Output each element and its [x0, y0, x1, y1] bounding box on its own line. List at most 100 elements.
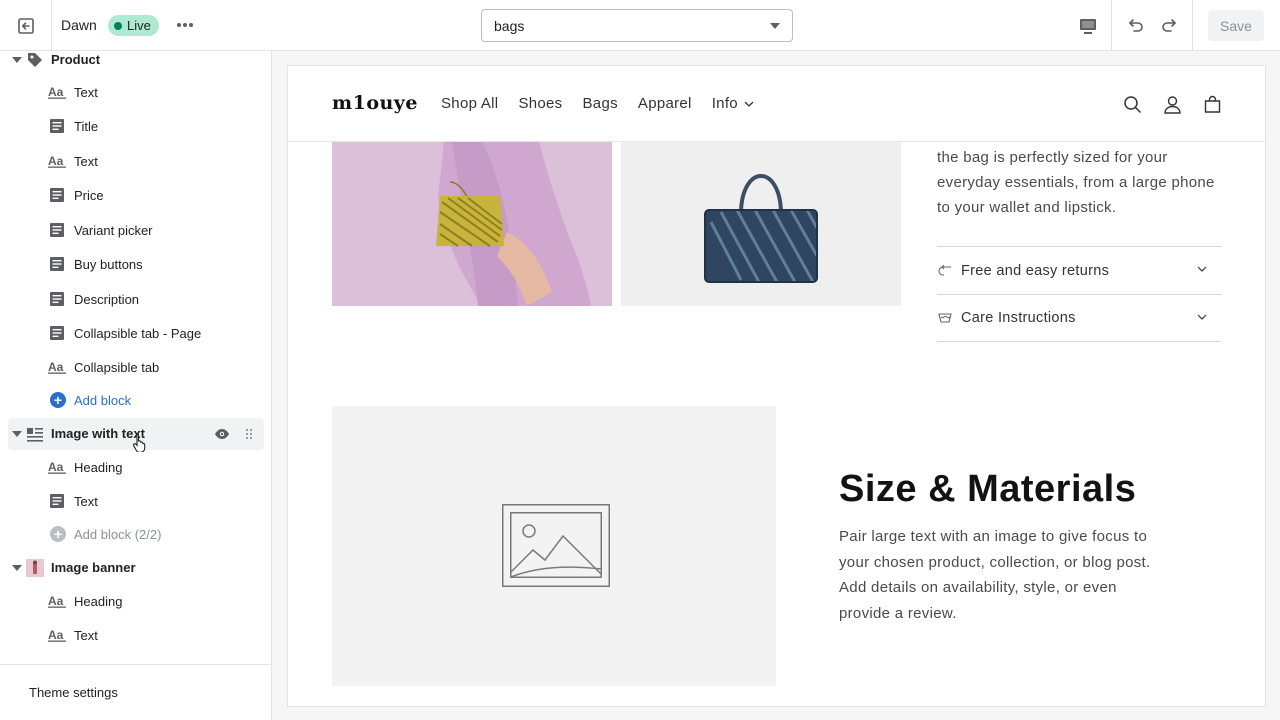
block-text[interactable]: Aa Text [48, 147, 98, 175]
block-heading[interactable]: Aa Heading [48, 453, 122, 481]
section-label: Image banner [51, 560, 136, 575]
accordion-free-returns[interactable]: Free and easy returns [937, 246, 1221, 294]
image-with-text-heading: Size & Materials [839, 468, 1137, 510]
chevron-down-icon [1197, 266, 1207, 272]
theme-settings-button[interactable]: Theme settings [0, 664, 271, 720]
block-label: Heading [74, 459, 123, 475]
exit-button[interactable] [0, 0, 52, 51]
add-block-button[interactable]: + Add block [50, 386, 131, 414]
svg-text:Aa: Aa [48, 85, 64, 99]
nav-info-label: Info [711, 95, 738, 112]
image-placeholder[interactable] [332, 406, 776, 686]
block-label: Text [74, 153, 98, 169]
add-block-button-disabled: + Add block (2/2) [50, 520, 161, 548]
block-text[interactable]: Aa Text [48, 78, 98, 106]
product-photo-bag[interactable] [621, 142, 901, 306]
live-dot-icon [114, 21, 122, 30]
mouse-cursor-icon [133, 432, 146, 452]
text-block-icon: Aa [48, 83, 66, 101]
block-text[interactable]: Text [48, 487, 98, 515]
save-button[interactable]: Save [1208, 10, 1264, 41]
blue-bag-illustration [621, 142, 901, 306]
store-preview-pane[interactable]: m1ouye Shop All Shoes Bags Apparel Info [272, 51, 1280, 720]
block-collapsible-tab-page[interactable]: Collapsible tab - Page [48, 319, 201, 347]
accordion-care-instructions[interactable]: Care Instructions [937, 294, 1221, 342]
section-tree[interactable]: Product Aa Text Title Aa Text Price Vari… [0, 51, 271, 664]
nav-apparel[interactable]: Apparel [638, 95, 692, 112]
ellipsis-icon [177, 23, 193, 27]
topbar-divider [1192, 0, 1193, 51]
text-block-icon: Aa [48, 592, 66, 610]
list-block-icon [48, 324, 66, 342]
block-description[interactable]: Description [48, 285, 139, 313]
svg-text:Aa: Aa [48, 360, 64, 374]
list-block-icon [48, 186, 66, 204]
drag-handle[interactable] [241, 426, 257, 442]
topbar-divider [1111, 0, 1112, 51]
section-image-with-text[interactable]: Image with text [8, 418, 264, 452]
sections-sidebar: Product Aa Text Title Aa Text Price Vari… [0, 51, 272, 720]
template-select[interactable]: bags [481, 9, 793, 42]
block-text[interactable]: Aa Text [48, 621, 98, 649]
add-block-label: Add block [74, 392, 132, 408]
redo-button[interactable] [1157, 13, 1181, 37]
image-with-text-body: Pair large text with an image to give fo… [839, 528, 1151, 622]
block-title[interactable]: Title [48, 112, 98, 140]
model-with-bag-illustration [332, 142, 612, 306]
text-block-icon: Aa [48, 152, 66, 170]
chevron-down-icon [744, 101, 754, 107]
cart-button[interactable] [1201, 93, 1223, 115]
return-arrow-icon [937, 264, 953, 278]
storefront-frame[interactable]: m1ouye Shop All Shoes Bags Apparel Info [287, 65, 1266, 707]
block-variant-picker[interactable]: Variant picker [48, 216, 153, 244]
svg-text:Aa: Aa [48, 594, 64, 608]
block-buy-buttons[interactable]: Buy buttons [48, 250, 143, 278]
editor-topbar: Dawn Live bags Save [0, 0, 1280, 51]
store-logo[interactable]: m1ouye [332, 92, 418, 114]
theme-name: Dawn [61, 17, 97, 33]
device-preview-button[interactable] [1074, 12, 1102, 40]
image-banner-thumbnail-icon [26, 559, 44, 577]
drag-handle-icon [245, 428, 253, 440]
block-collapsible-tab[interactable]: Aa Collapsible tab [48, 353, 159, 381]
add-block-label: Add block (2/2) [74, 526, 162, 542]
nav-shop-all[interactable]: Shop All [441, 95, 498, 112]
nav-bags[interactable]: Bags [583, 95, 618, 112]
store-nav: Shop All Shoes Bags Apparel Info [441, 95, 754, 112]
undo-button[interactable] [1124, 13, 1148, 37]
collapse-caret-icon[interactable] [12, 565, 22, 571]
eye-icon [215, 429, 229, 439]
section-image-banner[interactable]: Image banner [8, 552, 264, 584]
nav-shoes[interactable]: Shoes [518, 95, 562, 112]
section-product[interactable]: Product [8, 51, 264, 76]
section-label: Image with text [51, 426, 145, 441]
block-heading[interactable]: Aa Heading [48, 587, 122, 615]
svg-text:Aa: Aa [48, 154, 64, 168]
block-label: Title [74, 118, 99, 134]
undo-icon [1129, 19, 1143, 32]
section-label: Product [51, 52, 101, 67]
redo-icon [1162, 19, 1176, 32]
template-select-value: bags [494, 17, 525, 34]
search-icon [1123, 95, 1141, 113]
list-block-icon [48, 117, 66, 135]
block-partial[interactable]: Aa [48, 655, 74, 664]
collapse-caret-icon[interactable] [12, 431, 22, 437]
image-placeholder-icon [502, 504, 610, 587]
live-label: Live [127, 18, 151, 33]
search-button[interactable] [1121, 93, 1143, 115]
nav-info[interactable]: Info [712, 95, 754, 112]
block-price[interactable]: Price [48, 181, 104, 209]
account-button[interactable] [1161, 93, 1183, 115]
list-block-icon [48, 492, 66, 510]
more-actions-button[interactable] [174, 15, 196, 35]
product-photo-model[interactable] [332, 142, 612, 306]
svg-text:Aa: Aa [48, 460, 64, 474]
plus-circle-icon: + [50, 392, 66, 408]
live-status-badge: Live [108, 15, 159, 36]
collapse-caret-icon[interactable] [12, 57, 22, 63]
plus-circle-icon: + [50, 526, 66, 542]
visibility-toggle[interactable] [214, 426, 230, 442]
accordion-label: Free and easy returns [961, 262, 1110, 279]
block-label: Text [74, 627, 98, 643]
